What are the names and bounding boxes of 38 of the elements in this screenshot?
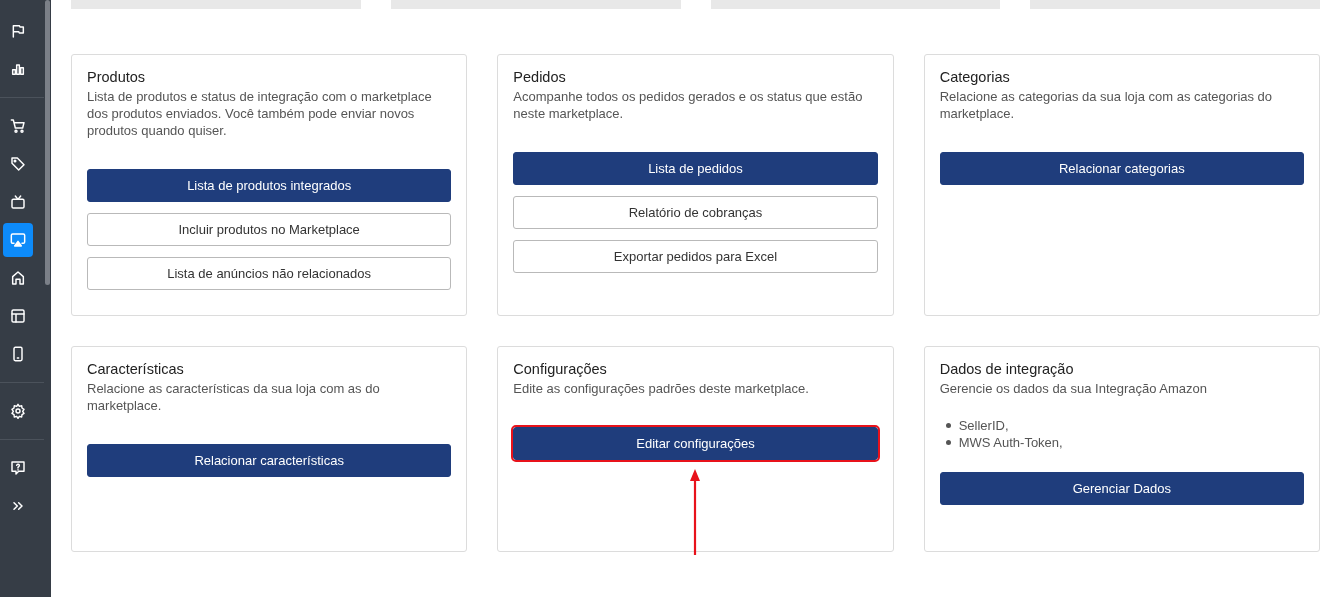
card-description: Lista de produtos e status de integração com o marketplace dos produtos enviados. Você também pode enviar novos produtos quando quiser. <box>87 88 433 139</box>
action-button[interactable]: Relacionar categorias <box>939 152 1304 185</box>
card-description: Relacione as características da sua loja com as do marketplace. <box>87 380 381 414</box>
help-icon <box>10 460 26 476</box>
tag-icon <box>10 156 26 172</box>
action-button[interactable]: Lista de anúncios não relacionados <box>87 257 452 290</box>
home-icon <box>10 270 26 286</box>
card-title: Dados de integração <box>939 361 1075 377</box>
bullet-icon <box>945 440 951 445</box>
settings-icon <box>10 403 26 419</box>
action-button[interactable]: Lista de pedidos <box>513 152 878 185</box>
cart-icon <box>10 118 26 134</box>
list-item: MWS Auth-Token, <box>958 434 1063 451</box>
card-title: Pedidos <box>513 69 567 85</box>
screen-icon <box>10 232 26 248</box>
phone-icon <box>10 346 26 362</box>
card-title: Características <box>87 361 185 377</box>
card-description: Edite as configurações padrões deste marketplace. <box>513 380 810 397</box>
card-description: Acompanhe todos os pedidos gerados e os status que estão neste marketplace. <box>513 88 864 122</box>
card-title: Configurações <box>513 361 608 377</box>
card-description: Relacione as categorias da sua loja com as categorias do marketplace. <box>939 88 1274 122</box>
bar-chart-icon <box>10 61 26 77</box>
card-description: Gerencie os dados da sua Integração Amazon <box>939 380 1209 397</box>
action-button[interactable]: Exportar pedidos para Excel <box>513 240 878 273</box>
action-button[interactable]: Editar configurações <box>513 427 878 460</box>
action-button[interactable]: Relacionar características <box>87 444 452 477</box>
scrollbar[interactable] <box>45 0 50 285</box>
flag-icon <box>10 23 26 39</box>
action-button[interactable]: Incluir produtos no Marketplace <box>87 213 452 246</box>
card-title: Produtos <box>87 69 147 85</box>
action-button[interactable]: Relatório de cobranças <box>513 196 878 229</box>
bullet-icon <box>945 423 951 428</box>
card-title: Categorias <box>939 69 1011 85</box>
list-item: SellerID, <box>958 417 1009 434</box>
tv-icon <box>10 194 26 210</box>
action-button[interactable]: Lista de produtos integrados <box>87 169 452 202</box>
action-button[interactable]: Gerenciar Dados <box>939 472 1304 505</box>
layout-icon <box>10 308 26 324</box>
